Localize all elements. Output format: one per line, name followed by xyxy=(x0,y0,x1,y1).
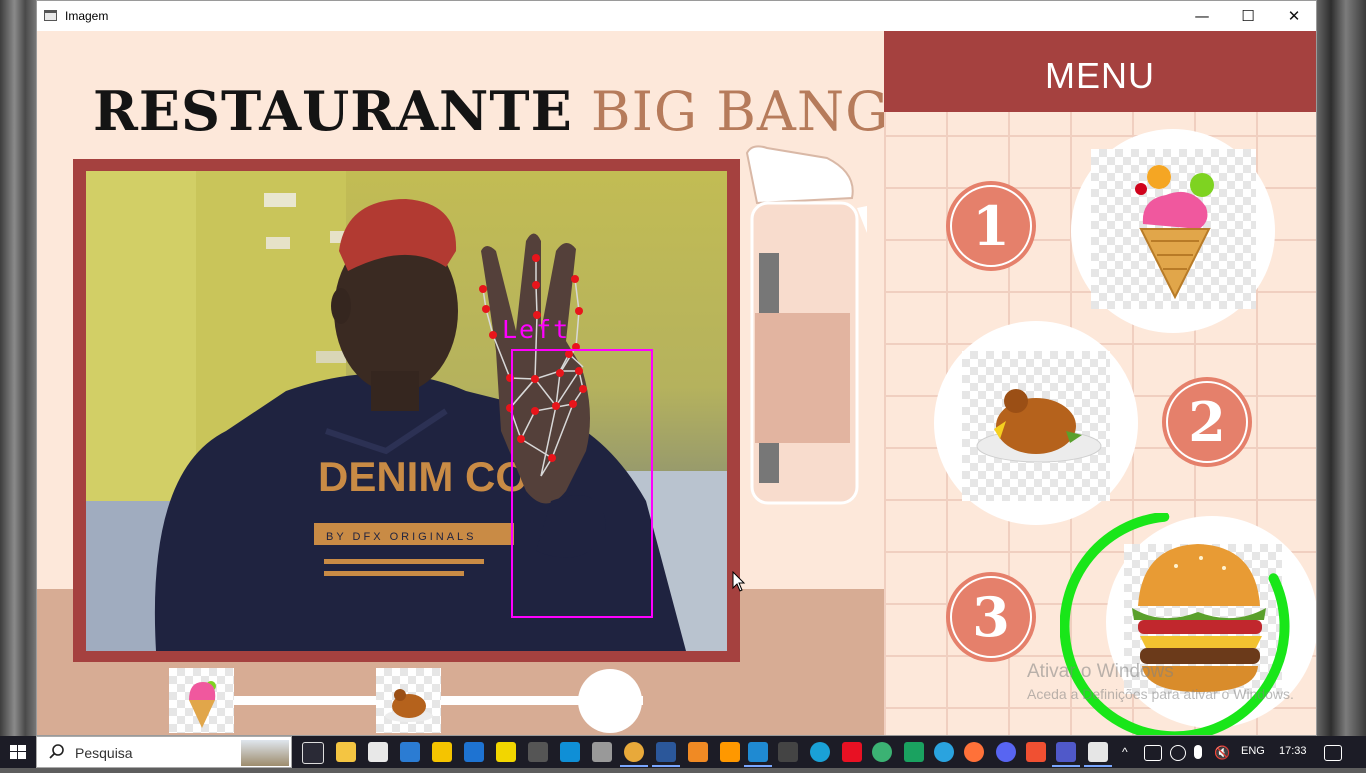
terminal-icon[interactable] xyxy=(778,742,798,762)
order-slot-1-ice-cream xyxy=(169,668,234,733)
title-part-restaurante: RESTAURANTE xyxy=(93,79,573,143)
sublime-icon[interactable] xyxy=(720,742,740,762)
word-icon[interactable] xyxy=(652,742,680,767)
search-highlight-image xyxy=(241,740,289,766)
restaurant-title: RESTAURANTE BIG BANG xyxy=(93,79,889,143)
tray-chevron-icon[interactable]: ^ xyxy=(1122,745,1128,759)
coffee-press-illustration xyxy=(745,145,867,505)
activation-watermark-text: Aceda a Definições para ativar o Windows… xyxy=(1027,686,1294,702)
minimize-button[interactable]: — xyxy=(1179,1,1225,31)
app-canvas: RESTAURANTE BIG BANG DENIM CO BY DFX ORI… xyxy=(37,31,1316,735)
window-title: Imagem xyxy=(65,9,109,23)
paint-icon[interactable] xyxy=(842,742,862,762)
ice-cream-icon xyxy=(1135,165,1214,300)
maximize-button[interactable]: ☐ xyxy=(1225,1,1271,31)
title-part-big-bang: BIG BANG xyxy=(590,80,890,143)
taskbar: Pesquisa ^ 🔇 ENG 17:33 xyxy=(0,736,1366,768)
media-icon[interactable] xyxy=(496,742,516,762)
language-indicator[interactable]: ENG xyxy=(1241,745,1265,757)
windows-logo-icon xyxy=(10,745,26,759)
speaker-muted-icon[interactable]: 🔇 xyxy=(1214,745,1230,761)
hand-bounding-box xyxy=(511,349,653,618)
camera-feed: DENIM CO BY DFX ORIGINALS Left xyxy=(86,171,727,651)
menu-number-2: 2 xyxy=(1162,377,1252,467)
chrome-icon[interactable] xyxy=(620,742,648,767)
search-placeholder: Pesquisa xyxy=(75,745,133,761)
mouse-cursor-icon xyxy=(732,571,746,592)
calculator-icon[interactable] xyxy=(528,742,548,762)
activation-watermark-title: Ativar o Windows xyxy=(1027,661,1174,682)
order-chicken-icon xyxy=(385,689,433,722)
desktop-background-left xyxy=(0,0,36,736)
mail-icon[interactable] xyxy=(400,742,420,762)
search-icon xyxy=(49,744,64,759)
teams-icon[interactable] xyxy=(1052,742,1080,767)
firefox-icon[interactable] xyxy=(964,742,984,762)
globe-icon[interactable] xyxy=(872,742,892,762)
edge-icon[interactable] xyxy=(810,742,830,762)
menu-item-ice-cream[interactable] xyxy=(1071,129,1275,333)
menu-number-3: 3 xyxy=(946,572,1036,662)
notifications-icon[interactable] xyxy=(1324,745,1342,761)
notepad-icon[interactable] xyxy=(1084,742,1112,767)
start-button[interactable] xyxy=(0,736,36,768)
file-explorer-icon[interactable] xyxy=(336,742,356,762)
pen-icon[interactable] xyxy=(592,742,612,762)
menu-number-2-label: 2 xyxy=(1188,390,1226,454)
desktop-background-right xyxy=(1316,0,1366,736)
roast-chicken-icon xyxy=(976,389,1102,463)
microphone-icon[interactable] xyxy=(1194,745,1202,759)
camtasia-icon[interactable] xyxy=(904,742,924,762)
taskbar-search[interactable]: Pesquisa xyxy=(36,736,292,768)
order-slot-2-chicken xyxy=(376,668,441,733)
menu-number-1: 1 xyxy=(946,181,1036,271)
store-icon[interactable] xyxy=(368,742,388,762)
app-window: Imagem — ☐ ✕ RESTAURANTE BIG BANG DENIM … xyxy=(36,0,1317,736)
menu-item-roast-chicken[interactable] xyxy=(934,321,1138,525)
discord-icon[interactable] xyxy=(996,742,1016,762)
vlc-icon[interactable] xyxy=(688,742,708,762)
menu-title: MENU xyxy=(884,31,1316,112)
window-app-icon xyxy=(44,10,57,21)
git-icon[interactable] xyxy=(1026,742,1046,762)
calendar-icon[interactable] xyxy=(464,742,484,762)
title-bar[interactable]: Imagem — ☐ ✕ xyxy=(37,1,1316,31)
telegram-icon[interactable] xyxy=(934,742,954,762)
snipping-icon[interactable] xyxy=(560,742,580,762)
order-ice-cream-icon xyxy=(189,681,216,728)
network-icon[interactable] xyxy=(1144,745,1162,761)
webcam-tray-icon[interactable] xyxy=(1170,745,1186,761)
close-button[interactable]: ✕ xyxy=(1271,1,1316,31)
selection-progress-ring xyxy=(1060,513,1290,735)
clock[interactable]: 17:33 xyxy=(1279,745,1307,757)
order-slot-3-empty xyxy=(578,669,642,733)
drive-icon[interactable] xyxy=(432,742,452,762)
vscode-icon[interactable] xyxy=(744,742,772,767)
task-view-icon[interactable] xyxy=(302,742,324,764)
menu-number-3-label: 3 xyxy=(972,585,1010,649)
menu-number-1-label: 1 xyxy=(972,194,1010,258)
hand-label: Left xyxy=(502,315,571,344)
